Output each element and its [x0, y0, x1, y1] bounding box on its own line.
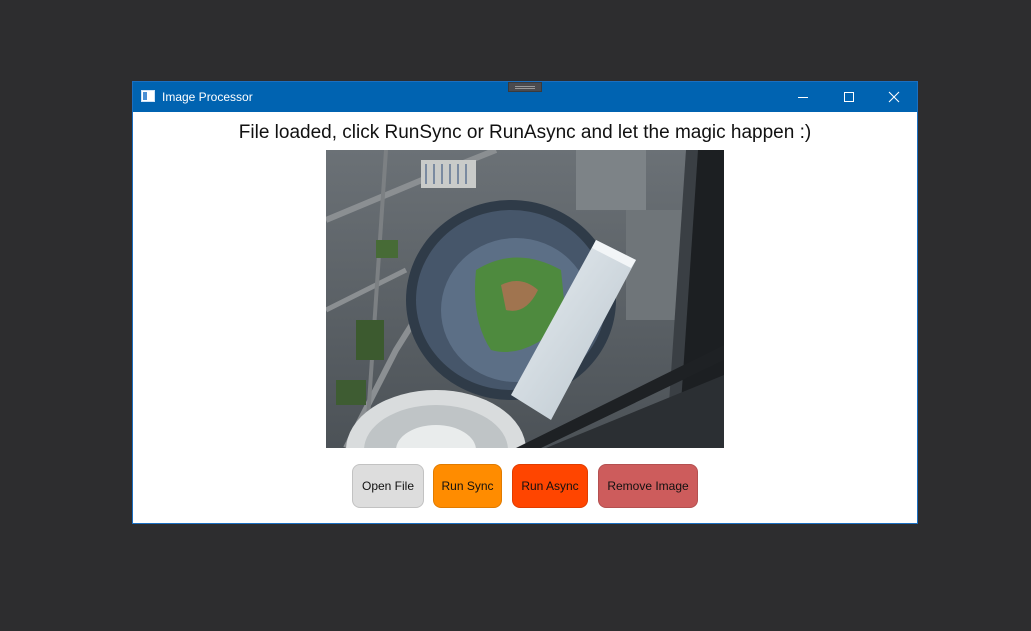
run-sync-button[interactable]: Run Sync — [433, 464, 502, 508]
app-window: Image Processor File loaded, click RunSy… — [132, 81, 918, 524]
action-buttons: Open File Run Sync Run Async Remove Imag… — [133, 464, 917, 508]
minimize-button[interactable] — [780, 82, 826, 112]
close-button[interactable] — [871, 82, 917, 112]
minimize-icon — [798, 97, 808, 98]
open-file-button[interactable]: Open File — [352, 464, 424, 508]
maximize-icon — [844, 92, 854, 102]
close-icon — [888, 91, 900, 103]
run-async-button[interactable]: Run Async — [512, 464, 588, 508]
status-message: File loaded, click RunSync or RunAsync a… — [238, 122, 812, 143]
drag-handle[interactable] — [508, 82, 542, 92]
window-title: Image Processor — [162, 90, 253, 104]
loaded-image — [326, 150, 724, 448]
remove-image-button[interactable]: Remove Image — [598, 464, 698, 508]
maximize-button[interactable] — [826, 82, 872, 112]
app-window-icon — [141, 90, 155, 102]
stadium-photo — [326, 150, 724, 448]
title-bar[interactable]: Image Processor — [133, 82, 917, 112]
